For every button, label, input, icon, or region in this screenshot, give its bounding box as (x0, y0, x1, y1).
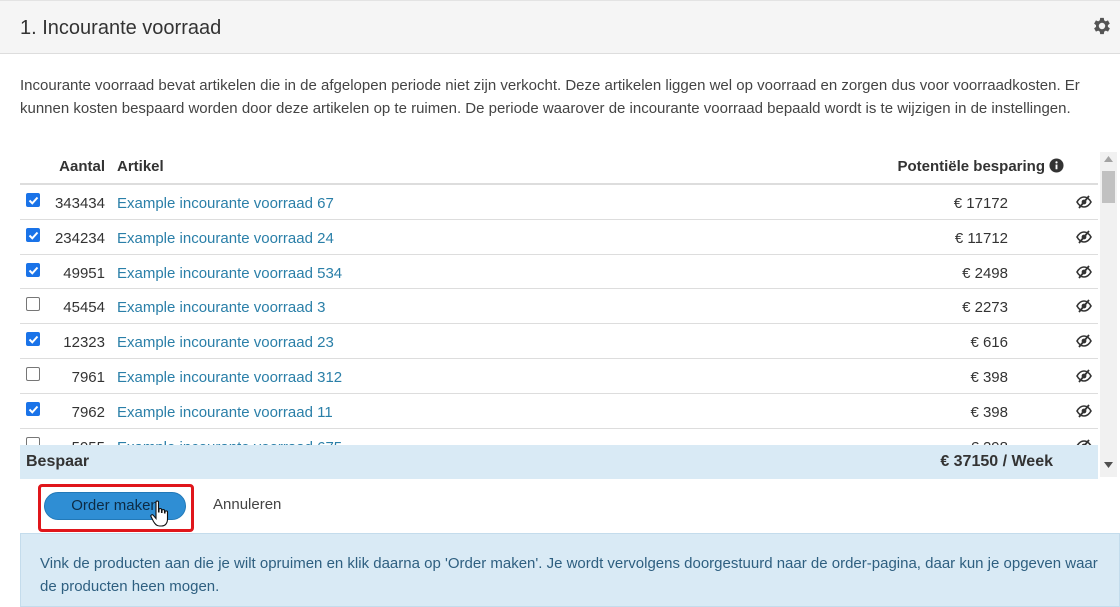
row-artikel-link[interactable]: Example incourante voorraad 3 (117, 299, 325, 316)
row-artikel-link[interactable]: Example incourante voorraad 23 (117, 334, 334, 351)
total-value: € 37150 / Week (940, 453, 1053, 470)
table-body: 343434 Example incourante voorraad 67 € 17… (20, 185, 1098, 445)
scroll-up-icon[interactable] (1104, 156, 1113, 162)
eye-slash-icon[interactable] (1076, 368, 1092, 384)
row-besparing: € 17172 (953, 195, 1008, 212)
eye-slash-icon[interactable] (1076, 264, 1092, 280)
row-artikel-link[interactable]: Example incourante voorraad 67 (117, 195, 334, 212)
row-aantal: 343434 (54, 195, 105, 212)
info-icon[interactable] (1049, 158, 1064, 173)
scroll-thumb[interactable] (1102, 171, 1115, 203)
row-aantal: 12323 (63, 334, 105, 352)
eye-slash-icon[interactable] (1076, 229, 1092, 245)
eye-slash-icon[interactable] (1076, 194, 1092, 210)
help-text: Vink de producten aan die je wilt opruim… (40, 555, 1098, 595)
scroll-down-icon[interactable] (1104, 462, 1113, 468)
panel-title: 1. Incourante voorraad (20, 17, 222, 39)
row-besparing: € 2273 (962, 299, 1008, 317)
table-row: 7962 Example incourante voorraad 11 € 398 (20, 394, 1098, 429)
row-aantal: 45454 (63, 299, 105, 317)
row-besparing: € 2498 (962, 264, 1008, 282)
row-besparing: € 398 (970, 403, 1008, 421)
table-row: 5955Example incourante voorraad 675€ 298 (20, 429, 1098, 445)
eye-slash-icon[interactable] (1076, 438, 1092, 445)
row-aantal: 7961 (71, 368, 105, 386)
column-aantal[interactable]: Aantal (20, 158, 105, 175)
table-header: Aantal Artikel Potentiële besparing (20, 152, 1098, 185)
eye-slash-icon[interactable] (1076, 298, 1092, 314)
total-label: Bespaar (26, 453, 90, 470)
row-aantal: 7962 (71, 403, 105, 421)
row-besparing: € 398 (970, 368, 1008, 386)
row-artikel-link[interactable]: Example incourante voorraad 312 (117, 369, 342, 386)
table-row: 343434 Example incourante voorraad 67 € 17… (20, 185, 1098, 220)
row-besparing: € 616 (970, 334, 1008, 352)
help-alert: Vink de producten aan die je wilt opruim… (20, 533, 1120, 607)
cancel-button[interactable]: Annuleren (213, 496, 281, 513)
row-artikel-link[interactable]: Example incourante voorraad 534 (117, 265, 342, 282)
hand-cursor-icon (150, 500, 169, 527)
table-row: 234234 Example incourante voorraad 24 € 11… (20, 220, 1098, 255)
row-artikel-link[interactable]: Example incourante voorraad 11 (117, 404, 333, 421)
total-bar: Bespaar € 37150 / Week (20, 445, 1098, 479)
column-besparing[interactable]: Potentiële besparing (897, 158, 1045, 175)
intro-text: Incourante voorraad bevat artikelen die … (20, 77, 1080, 117)
panel-header: 1. Incourante voorraad (0, 0, 1120, 54)
column-artikel[interactable]: Artikel (117, 158, 164, 175)
row-aantal: 49951 (63, 264, 105, 282)
table-row: 7961 Example incourante voorraad 312 € 398 (20, 359, 1098, 394)
scrollbar[interactable] (1100, 152, 1117, 477)
row-artikel-link[interactable]: Example incourante voorraad 24 (117, 230, 334, 247)
table-row: 45454 Example incourante voorraad 3 € 2273 (20, 289, 1098, 325)
eye-slash-icon[interactable] (1076, 333, 1092, 349)
row-besparing: € 11712 (954, 229, 1008, 247)
row-aantal: 234234 (54, 229, 105, 247)
eye-slash-icon[interactable] (1076, 403, 1092, 419)
table-row: 12323 Example incourante voorraad 23 € 616 (20, 324, 1098, 359)
table-row: 49951 Example incourante voorraad 534 € 24… (20, 255, 1098, 290)
gear-icon[interactable] (1091, 15, 1113, 37)
